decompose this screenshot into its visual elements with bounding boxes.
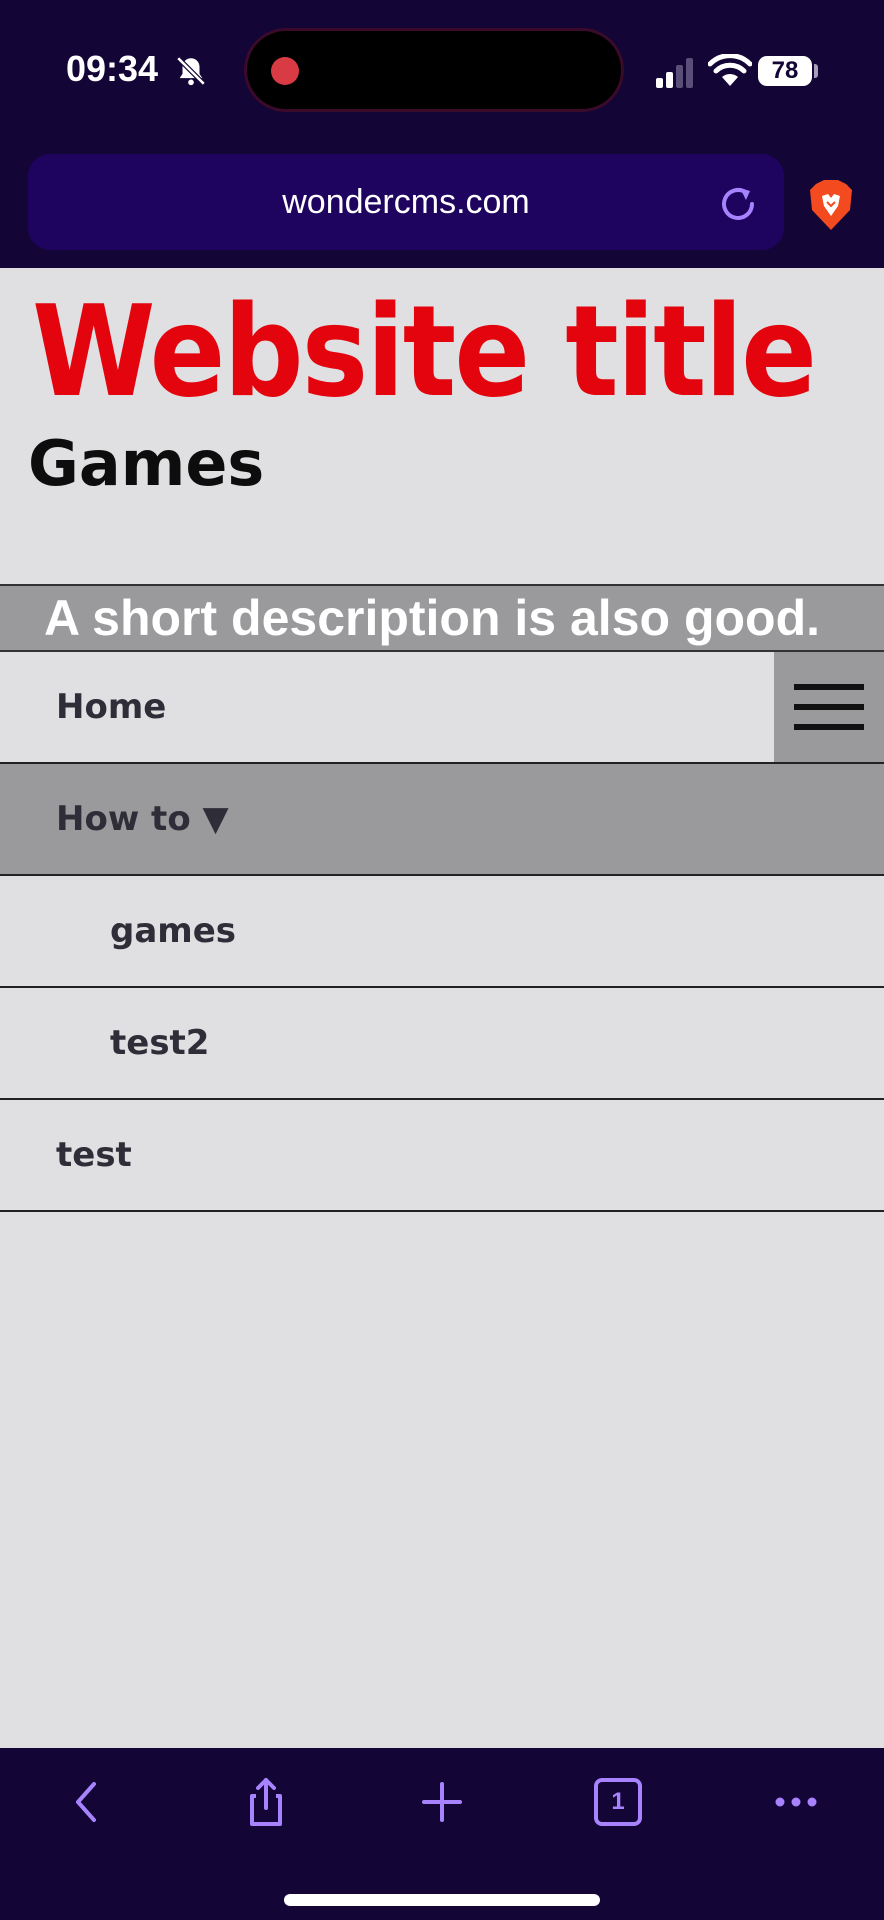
site-description: A short description is also good. (44, 590, 821, 646)
nav-subitem-test2[interactable]: test2 (0, 988, 884, 1100)
brave-shield-icon[interactable] (808, 180, 854, 230)
share-icon[interactable] (238, 1774, 294, 1830)
tab-count: 1 (611, 1788, 625, 1815)
nav-item-label: test (56, 1135, 132, 1175)
hamburger-menu-icon[interactable] (774, 652, 884, 762)
dynamic-island (244, 28, 624, 112)
site-description-band: A short description is also good. (0, 584, 884, 652)
url-text: wondercms.com (282, 183, 530, 221)
more-options-icon[interactable] (768, 1774, 824, 1830)
browser-toolbar: 1 (0, 1748, 884, 1920)
status-time: 09:34 (66, 48, 159, 89)
browser-address-bar: wondercms.com (0, 140, 884, 268)
tabs-button[interactable]: 1 (590, 1774, 646, 1830)
recording-dot-icon (271, 57, 299, 85)
battery-tip (814, 64, 818, 78)
nav-item-label: How to ▼ (56, 799, 229, 839)
status-bar: 09:34 78 (0, 0, 884, 140)
nav-item-label: Home (56, 687, 167, 727)
cellular-signal-icon (656, 58, 693, 88)
reload-icon[interactable] (716, 182, 760, 226)
nav-menu: Home How to ▼ games test2 test (0, 652, 884, 1212)
page-title: Games (28, 427, 265, 500)
url-field[interactable]: wondercms.com (28, 154, 784, 250)
nav-item-home[interactable]: Home (0, 652, 884, 764)
bell-muted-icon (176, 56, 206, 86)
back-icon[interactable] (60, 1774, 116, 1830)
nav-subitem-games[interactable]: games (0, 876, 884, 988)
home-indicator[interactable] (284, 1894, 600, 1906)
battery-indicator: 78 (758, 56, 812, 86)
nav-item-label: games (110, 911, 237, 951)
new-tab-icon[interactable] (414, 1774, 470, 1830)
nav-item-label: test2 (110, 1023, 210, 1063)
wifi-icon (708, 54, 752, 86)
nav-item-test[interactable]: test (0, 1100, 884, 1212)
nav-item-how-to[interactable]: How to ▼ (0, 764, 884, 876)
site-title[interactable]: Website title (32, 274, 817, 431)
